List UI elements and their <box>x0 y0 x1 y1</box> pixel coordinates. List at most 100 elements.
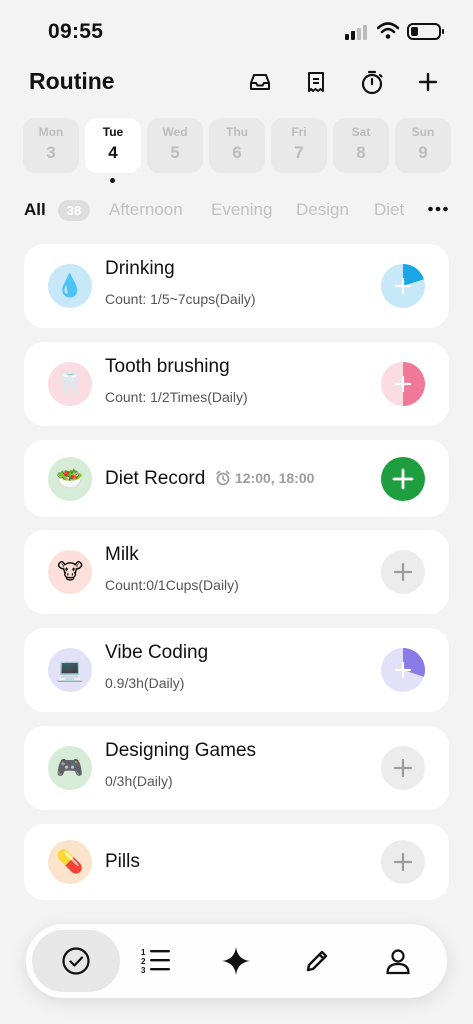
tab-afternoon[interactable]: Afternoon <box>109 200 183 220</box>
routine-emoji: 🥗 <box>56 465 84 491</box>
wifi-icon <box>377 22 399 39</box>
routine-subtitle: 0/3h(Daily) <box>105 773 173 789</box>
plus-icon[interactable] <box>414 68 442 96</box>
day-sun[interactable]: Sun 9 <box>395 118 451 173</box>
receipt-icon[interactable] <box>302 68 330 96</box>
nav-edit[interactable] <box>293 937 341 985</box>
routine-emoji: 💻 <box>56 657 84 682</box>
nav-routine[interactable] <box>32 930 120 992</box>
day-fri[interactable]: Fri 7 <box>271 118 327 173</box>
day-name: Sat <box>351 125 371 139</box>
today-dot <box>110 178 115 183</box>
day-wed[interactable]: Wed 5 <box>147 118 203 173</box>
plus-icon <box>381 840 425 884</box>
filter-tabs: All 38 Afternoon Evening Design Diet <box>24 198 454 224</box>
day-number: 3 <box>46 143 56 162</box>
progress-button[interactable] <box>381 264 425 308</box>
more-icon[interactable] <box>427 198 449 220</box>
day-name: Tue <box>102 125 124 139</box>
status-bar: 09:55 <box>0 0 473 60</box>
day-tue[interactable]: Tue 4 <box>85 118 141 173</box>
routine-card[interactable]: 🦷 Tooth brushing Count: 1/2Times(Daily) <box>24 342 449 426</box>
increment-button[interactable] <box>381 550 425 594</box>
day-number: 6 <box>232 143 242 162</box>
day-name: Sun <box>411 125 435 139</box>
routine-title: Vibe Coding <box>105 642 209 663</box>
routine-icon: 💊 <box>48 840 92 884</box>
routine-icon: 🦷 <box>48 362 92 406</box>
reminder-times: 12:00, 18:00 <box>235 469 315 486</box>
routine-title: Drinking <box>105 258 175 279</box>
day-thu[interactable]: Thu 6 <box>209 118 265 173</box>
page-title: Routine <box>29 68 115 94</box>
routine-emoji: 🐮 <box>56 559 84 584</box>
user-icon <box>386 949 410 975</box>
routine-title: Tooth brushing <box>105 356 230 377</box>
progress-pie-icon <box>381 648 425 692</box>
routine-emoji: 💊 <box>56 849 84 874</box>
nav-list[interactable]: 1 2 3 <box>132 937 180 985</box>
tab-evening[interactable]: Evening <box>211 200 272 220</box>
plus-icon <box>381 456 425 501</box>
routine-emoji: 🦷 <box>56 371 84 396</box>
routine-card[interactable]: 💻 Vibe Coding 0.9/3h(Daily) <box>24 628 449 712</box>
routine-subtitle: Count: 1/2Times(Daily) <box>105 389 248 405</box>
add-record-button[interactable] <box>381 456 425 501</box>
svg-text:3: 3 <box>141 966 146 975</box>
day-sat[interactable]: Sat 8 <box>333 118 389 173</box>
check-circle-icon <box>62 947 90 975</box>
numbered-list-icon: 1 2 3 <box>141 948 170 975</box>
day-number: 4 <box>108 143 118 162</box>
header: Routine <box>0 62 473 104</box>
day-number: 5 <box>170 143 180 162</box>
inbox-icon[interactable] <box>246 68 274 96</box>
routine-title: Pills <box>105 851 140 872</box>
plus-icon <box>381 746 425 790</box>
routine-icon: 💻 <box>48 648 92 692</box>
day-name: Thu <box>226 125 248 139</box>
svg-text:2: 2 <box>141 957 146 966</box>
pencil-icon <box>306 950 328 972</box>
sparkle-icon <box>222 947 250 975</box>
day-name: Mon <box>38 125 64 139</box>
tab-all[interactable]: All <box>24 200 46 220</box>
status-time: 09:55 <box>48 20 104 43</box>
routine-icon: 🎮 <box>48 746 92 790</box>
nav-ai[interactable] <box>212 937 260 985</box>
day-number: 8 <box>356 143 366 162</box>
day-name: Fri <box>291 125 307 139</box>
progress-button[interactable] <box>381 362 425 406</box>
progress-button[interactable] <box>381 648 425 692</box>
tab-design[interactable]: Design <box>296 200 349 220</box>
progress-pie-icon <box>381 362 425 406</box>
routine-icon: 💧 <box>48 264 92 308</box>
routine-card[interactable]: 🐮 Milk Count:0/1Cups(Daily) <box>24 530 449 614</box>
increment-button[interactable] <box>381 840 425 884</box>
routine-card[interactable]: 🥗 Diet Record 12:00, 18:00 <box>24 440 449 517</box>
cellular-signal-icon <box>345 24 371 40</box>
timer-icon[interactable] <box>358 68 386 96</box>
routine-emoji: 🎮 <box>56 755 84 780</box>
nav-profile[interactable] <box>374 937 422 985</box>
day-number: 9 <box>418 143 428 162</box>
day-name: Wed <box>162 125 188 139</box>
routine-emoji: 💧 <box>56 273 84 298</box>
all-count-badge: 38 <box>58 200 90 221</box>
day-number: 7 <box>294 143 304 162</box>
increment-button[interactable] <box>381 746 425 790</box>
plus-icon <box>381 550 425 594</box>
routine-icon: 🥗 <box>48 456 92 501</box>
progress-pie-icon <box>381 264 425 308</box>
routine-card[interactable]: 💊 Pills <box>24 824 449 900</box>
routine-card[interactable]: 🎮 Designing Games 0/3h(Daily) <box>24 726 449 810</box>
routine-title: Milk <box>105 544 139 565</box>
routine-subtitle: Count: 1/5~7cups(Daily) <box>105 291 256 307</box>
bottom-nav: 1 2 3 <box>26 924 447 998</box>
routine-reminder: 12:00, 18:00 <box>215 470 314 486</box>
routine-title: Diet Record <box>105 467 206 489</box>
battery-icon <box>407 23 444 40</box>
tab-diet[interactable]: Diet <box>374 200 404 220</box>
day-mon[interactable]: Mon 3 <box>23 118 79 173</box>
routine-card[interactable]: 💧 Drinking Count: 1/5~7cups(Daily) <box>24 244 449 328</box>
alarm-clock-icon <box>216 470 230 485</box>
